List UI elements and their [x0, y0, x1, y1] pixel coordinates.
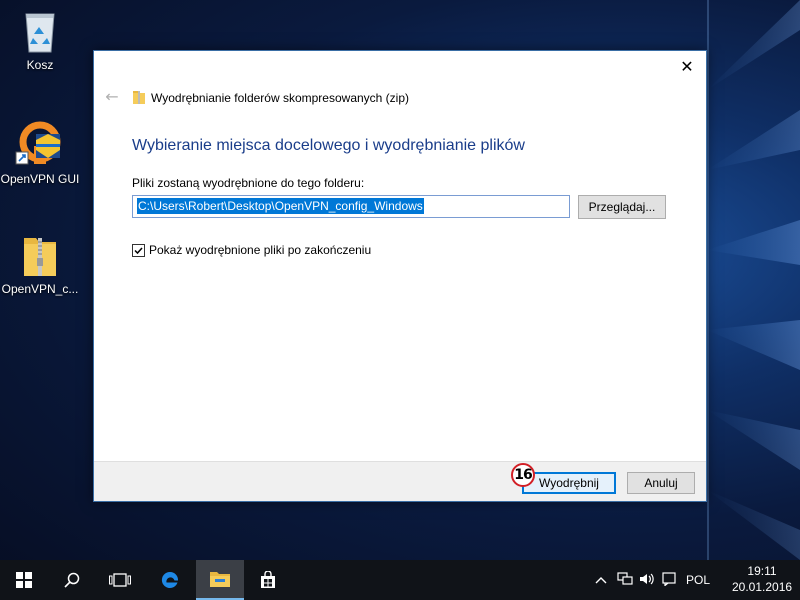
search-button[interactable] [48, 560, 96, 600]
folder-icon [210, 572, 230, 587]
extract-button[interactable]: Wyodrębnij [522, 472, 616, 494]
store-button[interactable] [244, 560, 292, 600]
extract-dialog: ✕ ← Wyodrębnianie folderów skompresowany… [93, 50, 707, 502]
desktop-icon-label: OpenVPN_c... [1, 282, 79, 296]
page-heading: Wybieranie miejsca docelowego i wyodrębn… [132, 137, 525, 154]
task-view-icon [109, 573, 131, 587]
start-button[interactable] [0, 560, 48, 600]
desktop-icon-label: Kosz [26, 58, 54, 72]
taskbar: POL 19:11 20.01.2016 [0, 560, 800, 600]
dialog-footer: Wyodrębnij Anuluj [94, 461, 706, 501]
network-icon [617, 571, 633, 585]
back-arrow-icon: ← [105, 87, 119, 106]
recycle-bin-icon [25, 13, 55, 53]
edge-button[interactable] [146, 560, 194, 600]
dialog-title: Wyodrębnianie folderów skompresowanych (… [151, 91, 410, 105]
close-icon: ✕ [680, 57, 694, 76]
volume-button[interactable] [636, 572, 658, 589]
task-view-button[interactable] [96, 560, 144, 600]
destination-path-value: C:\Users\Robert\Desktop\OpenVPN_config_W… [137, 198, 424, 214]
show-hidden-icons-button[interactable] [592, 573, 610, 587]
volume-icon [640, 573, 654, 584]
step-number-badge: 16 [511, 463, 535, 487]
zip-folder-icon [24, 238, 56, 276]
language-indicator[interactable]: POL [686, 573, 710, 587]
close-button[interactable]: ✕ [672, 55, 702, 79]
windows-logo-icon [16, 572, 32, 588]
zip-folder-icon [133, 91, 145, 104]
action-center-button[interactable] [658, 571, 680, 589]
clock-time: 19:11 [747, 564, 777, 578]
show-files-option[interactable]: Pokaż wyodrębnione pliki po zakończeniu [132, 242, 371, 258]
desktop-icon-openvpn-gui[interactable]: OpenVPN GUI [0, 120, 80, 186]
desktop-icon-recycle-bin[interactable]: Kosz [0, 8, 80, 72]
cancel-button[interactable]: Anuluj [627, 472, 695, 494]
show-files-checkbox[interactable] [132, 243, 145, 257]
edge-icon [161, 571, 179, 588]
notification-icon [662, 571, 676, 587]
system-tray: POL [592, 560, 710, 600]
browse-button[interactable]: Przeglądaj... [578, 195, 666, 219]
clock-date: 20.01.2016 [732, 580, 793, 594]
desktop-icon-label: OpenVPN GUI [0, 172, 80, 186]
chevron-up-icon [595, 577, 607, 584]
back-button[interactable]: ← [102, 87, 122, 107]
openvpn-icon [15, 121, 61, 165]
search-icon [64, 572, 80, 588]
network-button[interactable] [614, 571, 636, 589]
checkmark-icon [134, 246, 143, 254]
destination-label: Pliki zostaną wyodrębnione do tego folde… [132, 176, 365, 190]
store-icon [261, 571, 275, 588]
destination-path-input[interactable]: C:\Users\Robert\Desktop\OpenVPN_config_W… [132, 195, 570, 218]
desktop-icon-openvpn-config[interactable]: OpenVPN_c... [0, 232, 80, 296]
file-explorer-button[interactable] [196, 560, 244, 600]
show-files-label: Pokaż wyodrębnione pliki po zakończeniu [149, 243, 372, 257]
clock[interactable]: 19:11 20.01.2016 [732, 563, 792, 595]
